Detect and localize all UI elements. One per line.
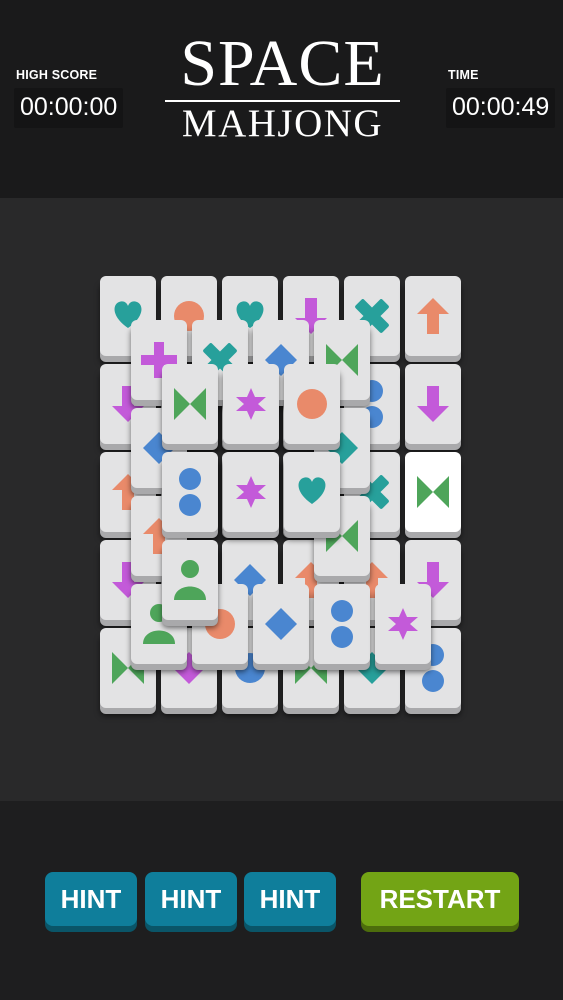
- circle-icon: [297, 389, 327, 419]
- high-score-value: 00:00:00: [14, 88, 124, 128]
- heart-icon: [298, 477, 326, 504]
- mahjong-tile[interactable]: [223, 452, 279, 532]
- arrow-up-icon: [417, 298, 449, 334]
- star-icon: [236, 388, 266, 420]
- mahjong-tile[interactable]: [405, 452, 461, 532]
- two-dots-icon: [179, 468, 201, 516]
- mahjong-tile[interactable]: [405, 364, 461, 444]
- hint-button-1[interactable]: HINT: [45, 872, 137, 926]
- mahjong-tile[interactable]: [162, 364, 218, 444]
- mahjong-tile[interactable]: [162, 540, 218, 620]
- person-icon: [174, 560, 206, 600]
- arrow-down-icon: [417, 386, 449, 422]
- diamond-icon: [265, 608, 297, 640]
- high-score-panel: HIGH SCORE 00:00:00: [14, 68, 124, 128]
- star-icon: [388, 608, 418, 640]
- mahjong-tile[interactable]: [162, 452, 218, 532]
- restart-button[interactable]: RESTART: [361, 872, 519, 926]
- game-title: SPACE MAHJONG: [165, 30, 400, 146]
- game-board: [0, 198, 563, 801]
- mahjong-tile[interactable]: [253, 584, 309, 664]
- bowtie-icon: [417, 476, 449, 508]
- title-line-2: MAHJONG: [181, 102, 384, 145]
- time-value: 00:00:49: [446, 88, 556, 128]
- mahjong-tile[interactable]: [223, 364, 279, 444]
- time-label: TIME: [448, 68, 479, 82]
- mahjong-tile[interactable]: [314, 584, 370, 664]
- title-line-1: SPACE: [180, 27, 385, 100]
- mahjong-tile[interactable]: [375, 584, 431, 664]
- bowtie-icon: [174, 388, 206, 420]
- mahjong-tile[interactable]: [284, 452, 340, 532]
- time-panel: TIME 00:00:49: [446, 68, 556, 128]
- two-dots-icon: [331, 600, 353, 648]
- hint-button-2[interactable]: HINT: [145, 872, 237, 926]
- high-score-label: HIGH SCORE: [16, 68, 98, 82]
- mahjong-tile[interactable]: [405, 276, 461, 356]
- star-icon: [236, 476, 266, 508]
- hint-button-3[interactable]: HINT: [244, 872, 336, 926]
- mahjong-tile[interactable]: [284, 364, 340, 444]
